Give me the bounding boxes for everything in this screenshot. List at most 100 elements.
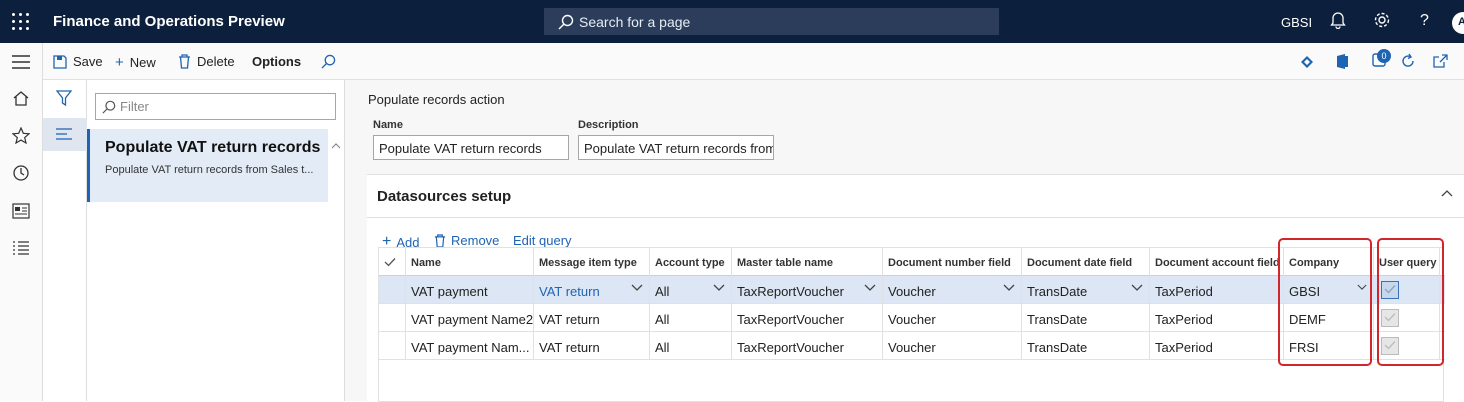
cell-document-number-field[interactable]: Voucher [883, 332, 1022, 360]
edit-query-button[interactable]: Edit query [513, 233, 572, 248]
datasources-fasttab: Datasources setup + Add Remove Edit quer… [367, 174, 1464, 402]
cell-account-type[interactable]: All [650, 304, 732, 332]
name-label: Name [373, 119, 403, 131]
trash-icon [434, 233, 446, 248]
checkmark-icon [384, 258, 396, 267]
list-view-toggle[interactable] [43, 118, 87, 151]
notification-badge: 0 [1377, 49, 1391, 63]
cell-name[interactable]: VAT payment Name2 [406, 304, 534, 332]
modules-list-icon[interactable] [12, 240, 30, 256]
list-item[interactable]: Populate VAT return records Populate VAT… [87, 129, 328, 202]
company-column-highlight [1278, 238, 1372, 366]
filter-placeholder: Filter [120, 99, 149, 114]
notifications-button[interactable]: 0 [1372, 49, 1391, 70]
cell-message-item-type[interactable]: VAT return [534, 276, 650, 304]
cell-master-table-name-value: TaxReportVoucher [737, 284, 844, 299]
cell-document-date-field[interactable]: TransDate [1022, 332, 1150, 360]
datasources-grid: Name Message item type Account type Mast… [378, 238, 1445, 402]
chevron-down-icon[interactable] [631, 284, 643, 292]
fasttab-title[interactable]: Datasources setup [377, 188, 511, 205]
search-icon [558, 14, 574, 30]
cell-document-account-field[interactable]: TaxPeriod [1150, 332, 1284, 360]
cell-document-date-field[interactable]: TransDate [1022, 304, 1150, 332]
chevron-down-icon[interactable] [713, 284, 725, 292]
details-area: Populate records action Name Populate VA… [345, 80, 1464, 402]
column-header-name[interactable]: Name [406, 248, 534, 276]
description-field[interactable]: Populate VAT return records from [578, 135, 774, 160]
bell-icon[interactable] [1330, 11, 1346, 29]
cell-document-number-field[interactable]: Voucher [883, 304, 1022, 332]
action-pane: Save + New Delete Options 0 [43, 43, 1464, 80]
top-navigation-bar: Finance and Operations Preview Search fo… [0, 0, 1464, 43]
cell-message-item-type[interactable]: VAT return [534, 332, 650, 360]
column-header-document-account-field[interactable]: Document account field [1150, 248, 1284, 276]
column-header-document-number-field[interactable]: Document number field [883, 248, 1022, 276]
office-icon[interactable] [1335, 53, 1349, 70]
cell-master-table-name[interactable]: TaxReportVoucher [732, 276, 883, 304]
remove-label: Remove [451, 233, 500, 248]
save-button[interactable]: Save [53, 54, 103, 69]
search-box[interactable]: Search for a page [544, 8, 999, 35]
scroll-up-icon[interactable] [331, 142, 341, 149]
company-picker[interactable]: GBSI [1281, 15, 1312, 30]
chevron-down-icon[interactable] [1131, 284, 1143, 292]
power-apps-icon[interactable] [1300, 55, 1314, 69]
new-button[interactable]: + New [115, 54, 156, 71]
list-item-title: Populate VAT return records [105, 139, 321, 156]
search-icon [102, 100, 116, 114]
cell-message-item-type[interactable]: VAT return [534, 304, 650, 332]
hamburger-menu-icon[interactable] [12, 55, 30, 69]
save-icon [53, 54, 67, 69]
avatar[interactable]: A [1452, 12, 1464, 34]
cell-document-date-field[interactable]: TransDate [1022, 276, 1150, 304]
plus-icon: + [115, 54, 124, 71]
filter-input[interactable]: Filter [95, 93, 336, 120]
cell-document-account-field[interactable]: TaxPeriod [1150, 304, 1284, 332]
filter-icon[interactable] [56, 90, 72, 106]
workspaces-icon[interactable] [12, 203, 30, 219]
user-query-column-highlight [1377, 238, 1444, 366]
list-lines-icon [56, 128, 72, 140]
clock-icon[interactable] [12, 164, 30, 182]
home-icon[interactable] [12, 90, 30, 106]
delete-label: Delete [197, 54, 235, 69]
chevron-down-icon[interactable] [864, 284, 876, 292]
save-label: Save [73, 54, 103, 69]
chevron-down-icon[interactable] [1003, 284, 1015, 292]
record-list-pane: Filter Populate VAT return records Popul… [87, 80, 345, 401]
star-icon[interactable] [12, 127, 30, 144]
options-button[interactable]: Options [252, 54, 301, 69]
column-header-account-type[interactable]: Account type [650, 248, 732, 276]
cell-account-type[interactable]: All [650, 332, 732, 360]
delete-button[interactable]: Delete [178, 54, 235, 69]
open-in-new-window-icon[interactable] [1433, 54, 1448, 68]
column-header-master-table-name[interactable]: Master table name [732, 248, 883, 276]
cell-name[interactable]: VAT payment [406, 276, 534, 304]
name-field[interactable]: Populate VAT return records [373, 135, 569, 160]
cell-document-account-field[interactable]: TaxPeriod [1150, 276, 1284, 304]
remove-button[interactable]: Remove [434, 233, 499, 248]
cell-document-number-field[interactable]: Voucher [883, 276, 1022, 304]
chevron-up-icon[interactable] [1441, 189, 1453, 197]
cell-name[interactable]: VAT payment Nam... [406, 332, 534, 360]
help-icon[interactable]: ? [1420, 12, 1429, 30]
gear-icon[interactable] [1373, 11, 1391, 29]
row-selector[interactable] [379, 276, 406, 304]
refresh-icon[interactable] [1400, 53, 1416, 69]
navigation-pane [0, 43, 43, 401]
list-item-subtitle: Populate VAT return records from Sales t… [105, 164, 314, 176]
divider [367, 217, 1464, 218]
cell-account-type-value: All [655, 284, 670, 299]
search-placeholder: Search for a page [579, 14, 691, 30]
cell-master-table-name[interactable]: TaxReportVoucher [732, 304, 883, 332]
row-selector[interactable] [379, 332, 406, 360]
cell-account-type[interactable]: All [650, 276, 732, 304]
search-icon[interactable] [321, 54, 336, 69]
column-header-message-item-type[interactable]: Message item type [534, 248, 650, 276]
row-selector[interactable] [379, 304, 406, 332]
app-launcher-icon[interactable] [12, 13, 30, 31]
select-all-column[interactable] [379, 248, 406, 276]
cell-master-table-name[interactable]: TaxReportVoucher [732, 332, 883, 360]
column-header-document-date-field[interactable]: Document date field [1022, 248, 1150, 276]
trash-icon [179, 54, 190, 69]
